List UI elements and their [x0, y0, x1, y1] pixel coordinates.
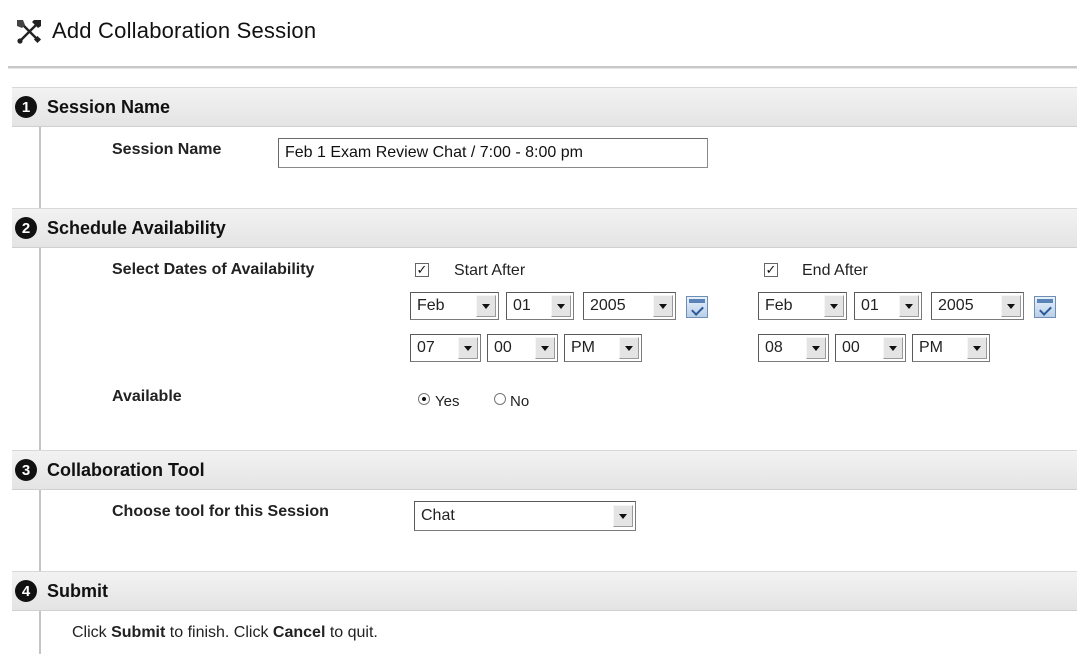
start-after-checkbox[interactable]: ✓	[415, 263, 429, 277]
section-header-submit: 4 Submit	[12, 571, 1077, 611]
start-hour-select[interactable]: 07	[410, 334, 481, 362]
select-value: 07	[417, 339, 435, 356]
end-after-checkbox[interactable]: ✓	[764, 263, 778, 277]
select-value: 00	[842, 339, 860, 356]
chevron-down-icon	[824, 295, 844, 317]
section-title: Collaboration Tool	[47, 459, 205, 480]
choose-tool-label: Choose tool for this Session	[112, 503, 329, 520]
add-collaboration-session-page: Add Collaboration Session 1 Session Name…	[0, 0, 1077, 654]
start-minute-select[interactable]: 00	[487, 334, 558, 362]
session-name-input[interactable]	[278, 138, 708, 168]
section-header-session-name: 1 Session Name	[12, 87, 1077, 127]
chevron-down-icon	[806, 337, 826, 359]
start-ampm-select[interactable]: PM	[564, 334, 642, 362]
chevron-down-icon	[458, 337, 478, 359]
page-header: Add Collaboration Session	[14, 14, 316, 48]
end-after-label: End After	[802, 262, 868, 279]
submit-keyword: Submit	[111, 624, 166, 641]
section-header-schedule-availability: 2 Schedule Availability	[12, 208, 1077, 248]
chevron-down-icon	[899, 295, 919, 317]
select-value: PM	[571, 339, 595, 356]
end-date-calendar-icon[interactable]	[1034, 296, 1056, 318]
available-no-label: No	[510, 393, 530, 410]
chevron-down-icon	[613, 505, 633, 527]
section-title: Submit	[47, 580, 108, 601]
chevron-down-icon	[551, 295, 571, 317]
available-label: Available	[112, 388, 182, 405]
title-divider	[8, 66, 1077, 69]
section-title: Session Name	[47, 96, 171, 117]
chevron-down-icon	[619, 337, 639, 359]
start-month-select[interactable]: Feb	[410, 292, 499, 320]
select-value: 01	[513, 297, 531, 314]
section-header-collaboration-tool: 3 Collaboration Tool	[12, 450, 1077, 490]
end-ampm-select[interactable]: PM	[912, 334, 990, 362]
end-hour-select[interactable]: 08	[758, 334, 829, 362]
chevron-down-icon	[883, 337, 903, 359]
select-value: Chat	[421, 507, 455, 524]
start-year-select[interactable]: 2005	[583, 292, 676, 320]
instruction-text: to finish. Click	[165, 624, 273, 641]
end-month-select[interactable]: Feb	[758, 292, 847, 320]
start-after-label: Start After	[454, 262, 526, 279]
dates-of-availability-label: Select Dates of Availability	[112, 261, 315, 278]
step-number-3: 3	[15, 459, 37, 481]
section-title: Schedule Availability	[47, 217, 226, 238]
instruction-text: to quit.	[325, 624, 378, 641]
step-number-1: 1	[15, 96, 37, 118]
select-value: 08	[765, 339, 783, 356]
select-value: Feb	[765, 297, 793, 314]
select-value: 2005	[938, 297, 974, 314]
available-no-radio[interactable]	[494, 393, 506, 405]
available-yes-radio[interactable]	[418, 393, 430, 405]
chevron-down-icon	[1001, 295, 1021, 317]
end-day-select[interactable]: 01	[854, 292, 922, 320]
tools-icon	[17, 20, 42, 44]
session-name-label: Session Name	[112, 141, 222, 158]
end-year-select[interactable]: 2005	[931, 292, 1024, 320]
start-date-calendar-icon[interactable]	[686, 296, 708, 318]
chevron-down-icon	[967, 337, 987, 359]
start-day-select[interactable]: 01	[506, 292, 574, 320]
select-value: 00	[494, 339, 512, 356]
chevron-down-icon	[476, 295, 496, 317]
step-number-2: 2	[15, 217, 37, 239]
instruction-text: Click	[72, 624, 112, 641]
available-yes-label: Yes	[435, 393, 460, 410]
select-value: Feb	[417, 297, 445, 314]
select-value: PM	[919, 339, 943, 356]
step-number-4: 4	[15, 580, 37, 602]
cancel-keyword: Cancel	[272, 624, 326, 641]
end-minute-select[interactable]: 00	[835, 334, 906, 362]
page-title: Add Collaboration Session	[52, 18, 317, 43]
select-value: 2005	[590, 297, 626, 314]
chevron-down-icon	[535, 337, 555, 359]
chevron-down-icon	[653, 295, 673, 317]
collaboration-tool-select[interactable]: Chat	[414, 501, 636, 531]
submit-instructions: Click Submit to finish. Click Cancel to …	[72, 624, 378, 642]
select-value: 01	[861, 297, 879, 314]
